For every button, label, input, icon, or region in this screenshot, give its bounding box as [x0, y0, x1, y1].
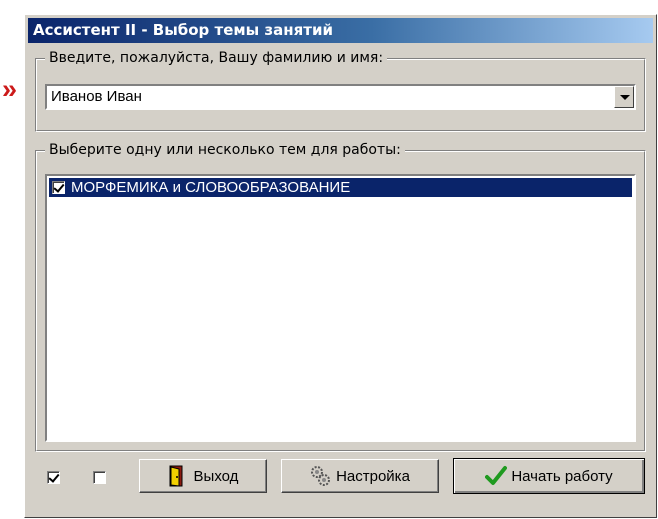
list-item[interactable]: МОРФЕМИКА и СЛОВООБРАЗОВАНИЕ — [49, 178, 632, 197]
settings-button[interactable]: Настройка — [281, 459, 439, 493]
gears-icon — [310, 465, 331, 487]
option-checkbox-1[interactable] — [47, 471, 60, 484]
dropdown-arrow-icon[interactable] — [614, 86, 634, 108]
exit-button-label: Выход — [193, 467, 239, 485]
window-title: Ассистент II - Выбор темы занятий — [33, 21, 333, 39]
dialog-window: Ассистент II - Выбор темы занятий Введит… — [24, 14, 657, 518]
title-bar[interactable]: Ассистент II - Выбор темы занятий — [28, 18, 653, 43]
start-button-label: Начать работу — [511, 467, 613, 485]
name-combobox[interactable]: Иванов Иван — [45, 84, 636, 110]
start-button[interactable]: Начать работу — [453, 458, 645, 494]
settings-button-label: Настройка — [336, 467, 410, 485]
exit-button[interactable]: Выход — [139, 459, 267, 493]
topic-checkbox[interactable] — [52, 181, 65, 194]
topics-group-legend: Выберите одну или несколько тем для рабо… — [45, 142, 405, 158]
name-combobox-value[interactable]: Иванов Иван — [51, 88, 142, 105]
red-marker-arrow: » — [2, 74, 18, 104]
list-item-label: МОРФЕМИКА и СЛОВООБРАЗОВАНИЕ — [71, 179, 351, 196]
name-group-legend: Введите, пожалуйста, Вашу фамилию и имя: — [45, 50, 388, 66]
topics-listbox[interactable]: МОРФЕМИКА и СЛОВООБРАЗОВАНИЕ — [45, 174, 636, 442]
checkmark-icon — [485, 465, 508, 487]
door-icon — [168, 465, 186, 487]
option-checkbox-2[interactable] — [93, 471, 106, 484]
topics-group: Выберите одну или несколько тем для рабо… — [35, 142, 646, 452]
name-group: Введите, пожалуйста, Вашу фамилию и имя:… — [35, 50, 646, 132]
